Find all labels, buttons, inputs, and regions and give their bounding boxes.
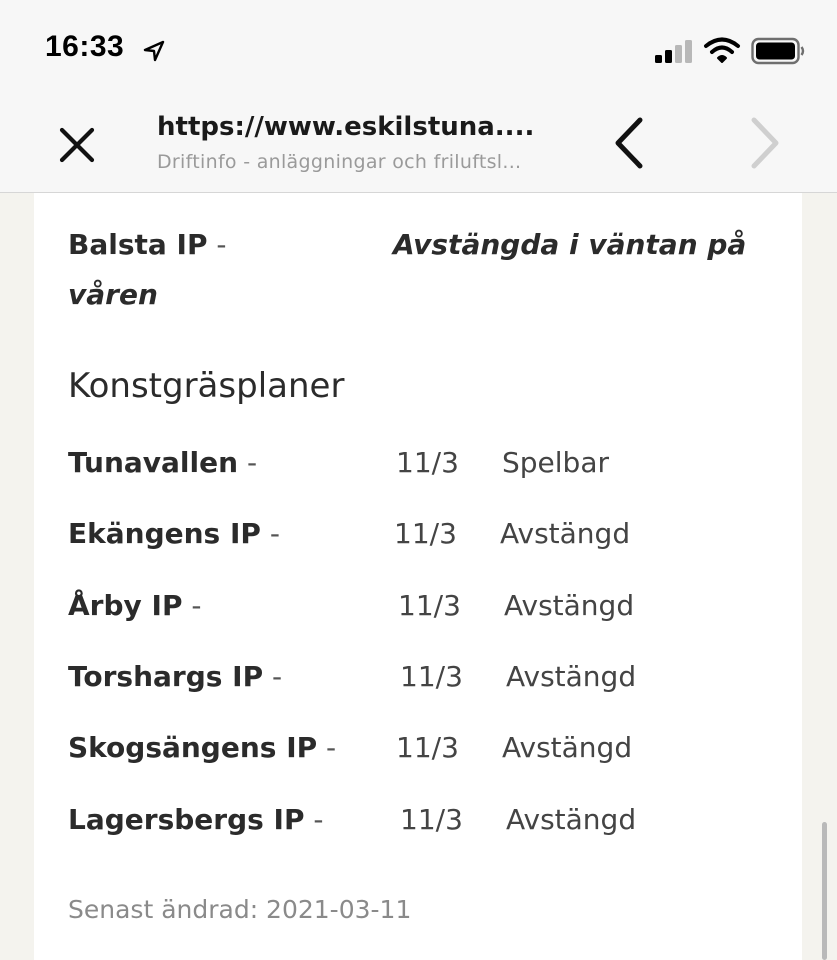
list-item: Torshargs IP - [68,660,282,693]
field-name: Tunavallen [68,446,239,479]
field-status: Avstängd [506,803,637,836]
dash: - [326,731,337,764]
list-item: Tunavallen - [68,446,257,479]
battery-icon [751,37,805,65]
field-date: 11/3 [400,803,463,836]
status-bar: 16:33 [0,0,837,96]
list-item: Lagersbergs IP - [68,803,324,836]
wifi-icon [704,37,740,63]
field-status: Avstängd [506,660,637,693]
field-status: Spelbar [502,446,609,479]
chevron-left-icon[interactable] [608,114,654,172]
chevron-right-icon[interactable] [742,114,788,172]
field-date: 11/3 [400,660,463,693]
field-status: Avstängd [502,731,633,764]
field-name: Årby IP [68,589,183,622]
field-name: Lagersbergs IP [68,803,305,836]
field-status: Avstängd [500,517,631,550]
dash: - [313,803,324,836]
close-icon[interactable] [56,124,98,166]
dash: - [216,228,227,261]
list-item: Ekängens IP - [68,517,280,550]
dash: - [272,660,283,693]
dash: - [191,589,202,622]
last-changed-note: Senast ändrad: 2021-03-11 [68,895,412,924]
section-heading: Konstgräsplaner [68,366,345,406]
url-text[interactable]: https://www.eskilstuna.... [157,112,567,142]
field-name: Torshargs IP [68,660,264,693]
field-date: 11/3 [396,731,459,764]
field-status-continued: våren [68,278,158,311]
location-arrow-icon [143,40,165,62]
dash: - [246,446,258,479]
signal-icon [655,40,692,63]
list-item-balsta: Balsta IP - [68,228,226,261]
field-date: 11/3 [398,589,461,622]
field-name: Balsta IP [68,228,208,261]
field-name: Skogsängens IP [68,731,318,764]
list-item: Skogsängens IP - [68,731,336,764]
field-name: Ekängens IP [68,517,261,550]
list-item: Årby IP - [68,589,201,622]
browser-header: https://www.eskilstuna.... Driftinfo - a… [0,96,837,193]
dash: - [269,517,280,550]
field-status: Avstängd [504,589,635,622]
field-status: Avstängda i väntan på [393,228,747,261]
page-title: Driftinfo - anläggningar och friluftsl..… [157,151,522,173]
status-time: 16:33 [45,30,125,63]
scrollbar[interactable] [822,822,827,960]
field-date: 11/3 [394,517,457,550]
field-date: 11/3 [396,446,459,479]
